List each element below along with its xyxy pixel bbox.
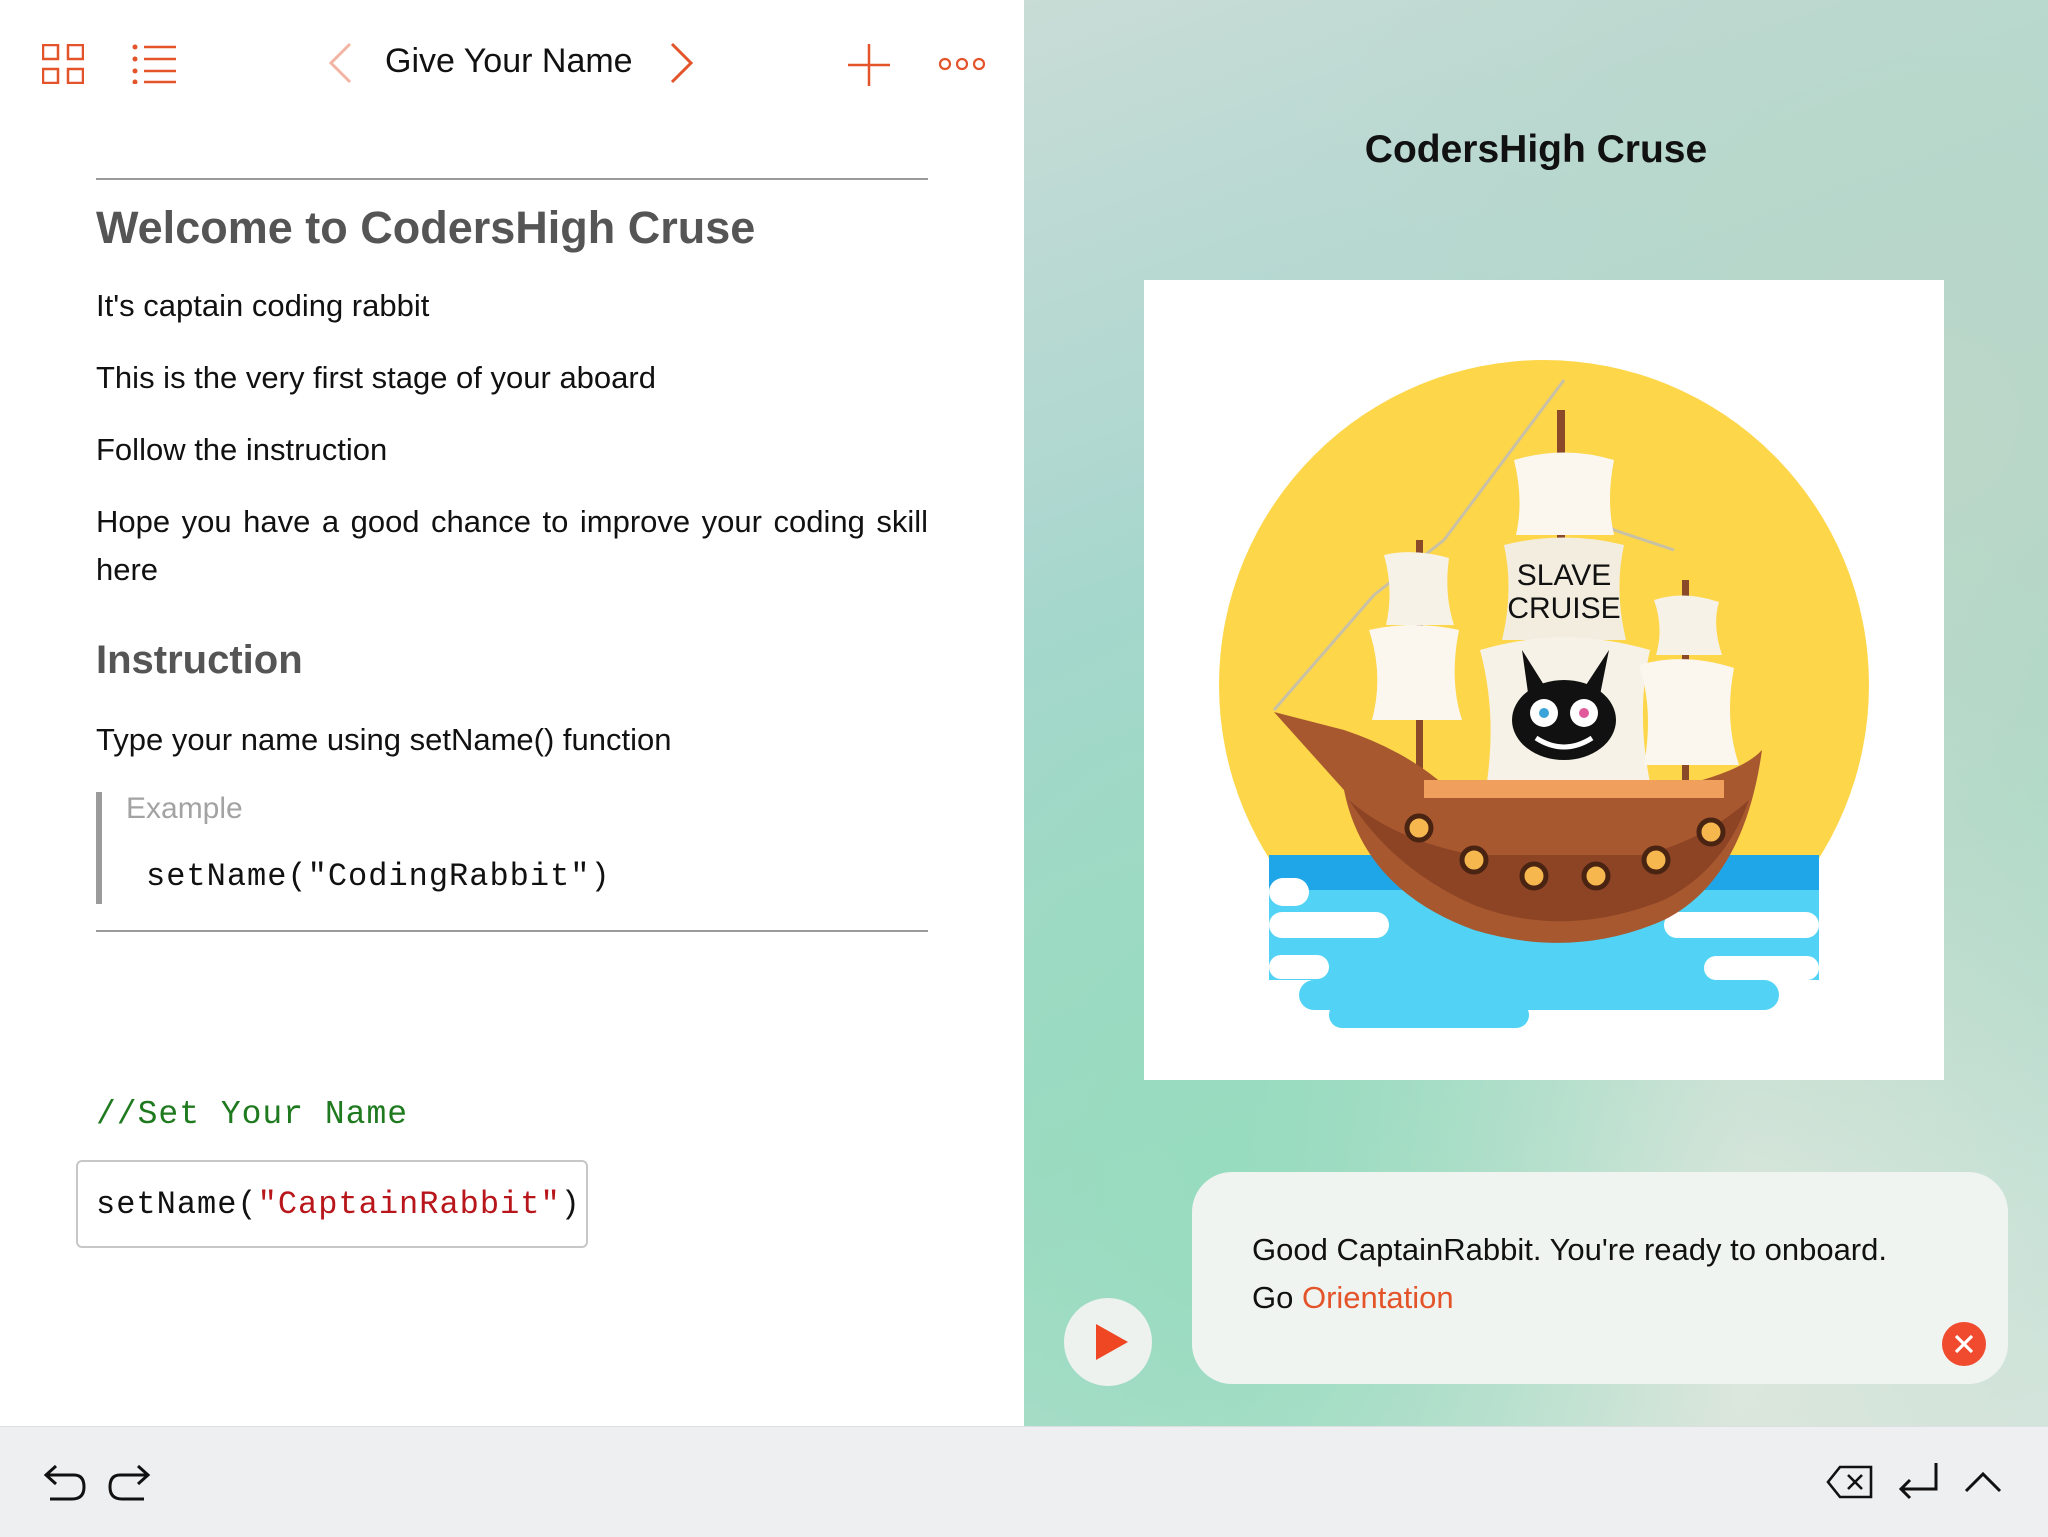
doc-heading: Welcome to CodersHigh Cruse: [96, 202, 756, 253]
keyboard-shortcut-bar: [0, 1426, 2048, 1537]
instruction-text: Type your name using setName() function: [96, 722, 672, 757]
chevron-right-icon[interactable]: [670, 42, 694, 84]
list-icon[interactable]: [132, 44, 176, 84]
close-button[interactable]: [1942, 1322, 1986, 1366]
delete-icon[interactable]: [1826, 1465, 1874, 1499]
message-line: Go Orientation: [1252, 1274, 1972, 1322]
page-title: Give Your Name: [385, 42, 633, 80]
message-text: Good CaptainRabbit. You're ready to onbo…: [1252, 1226, 1972, 1322]
return-icon[interactable]: [1896, 1461, 1940, 1503]
ship-illustration: SLAVE CRUISE: [1219, 360, 1869, 1080]
paragraph: This is the very first stage of your abo…: [96, 360, 656, 395]
paragraph: Hope you have a good chance to improve y…: [96, 504, 928, 587]
code-string: "CaptainRabbit": [257, 1186, 561, 1223]
divider: [96, 178, 928, 180]
code-line[interactable]: setName("CaptainRabbit"): [96, 1186, 581, 1223]
message-line: Good CaptainRabbit. You're ready to onbo…: [1252, 1232, 1887, 1267]
sail-text: CRUISE: [1507, 592, 1620, 625]
sail-text: SLAVE: [1517, 559, 1612, 592]
plus-icon[interactable]: [848, 44, 890, 86]
ship-image: SLAVE CRUISE: [1144, 280, 1944, 1080]
code-paren: ): [560, 1186, 581, 1223]
grid-icon[interactable]: [42, 44, 84, 84]
chevron-up-icon[interactable]: [1964, 1471, 2002, 1493]
document-pane: Give Your Name Welcome to CodersHigh Cru…: [0, 0, 1024, 1426]
example-label: Example: [126, 792, 243, 825]
play-button[interactable]: [1064, 1298, 1152, 1386]
divider: [96, 930, 928, 932]
example-code: setName("CodingRabbit"): [146, 858, 611, 895]
paragraph: Follow the instruction: [96, 432, 388, 467]
orientation-link[interactable]: Orientation: [1302, 1280, 1454, 1315]
more-icon[interactable]: [938, 56, 986, 72]
paragraph: It's captain coding rabbit: [96, 288, 430, 323]
blockquote-bar: [96, 792, 102, 904]
close-icon: [1954, 1334, 1974, 1354]
live-view-title: CodersHigh Cruse: [1364, 128, 1708, 171]
play-icon: [1096, 1324, 1128, 1360]
message-go: Go: [1252, 1280, 1302, 1315]
redo-icon[interactable]: [108, 1463, 154, 1503]
code-comment: //Set Your Name: [96, 1096, 409, 1133]
code-function: setName(: [96, 1186, 258, 1223]
chevron-left-icon[interactable]: [328, 42, 352, 84]
instruction-heading: Instruction: [96, 638, 303, 682]
undo-icon[interactable]: [40, 1463, 86, 1503]
